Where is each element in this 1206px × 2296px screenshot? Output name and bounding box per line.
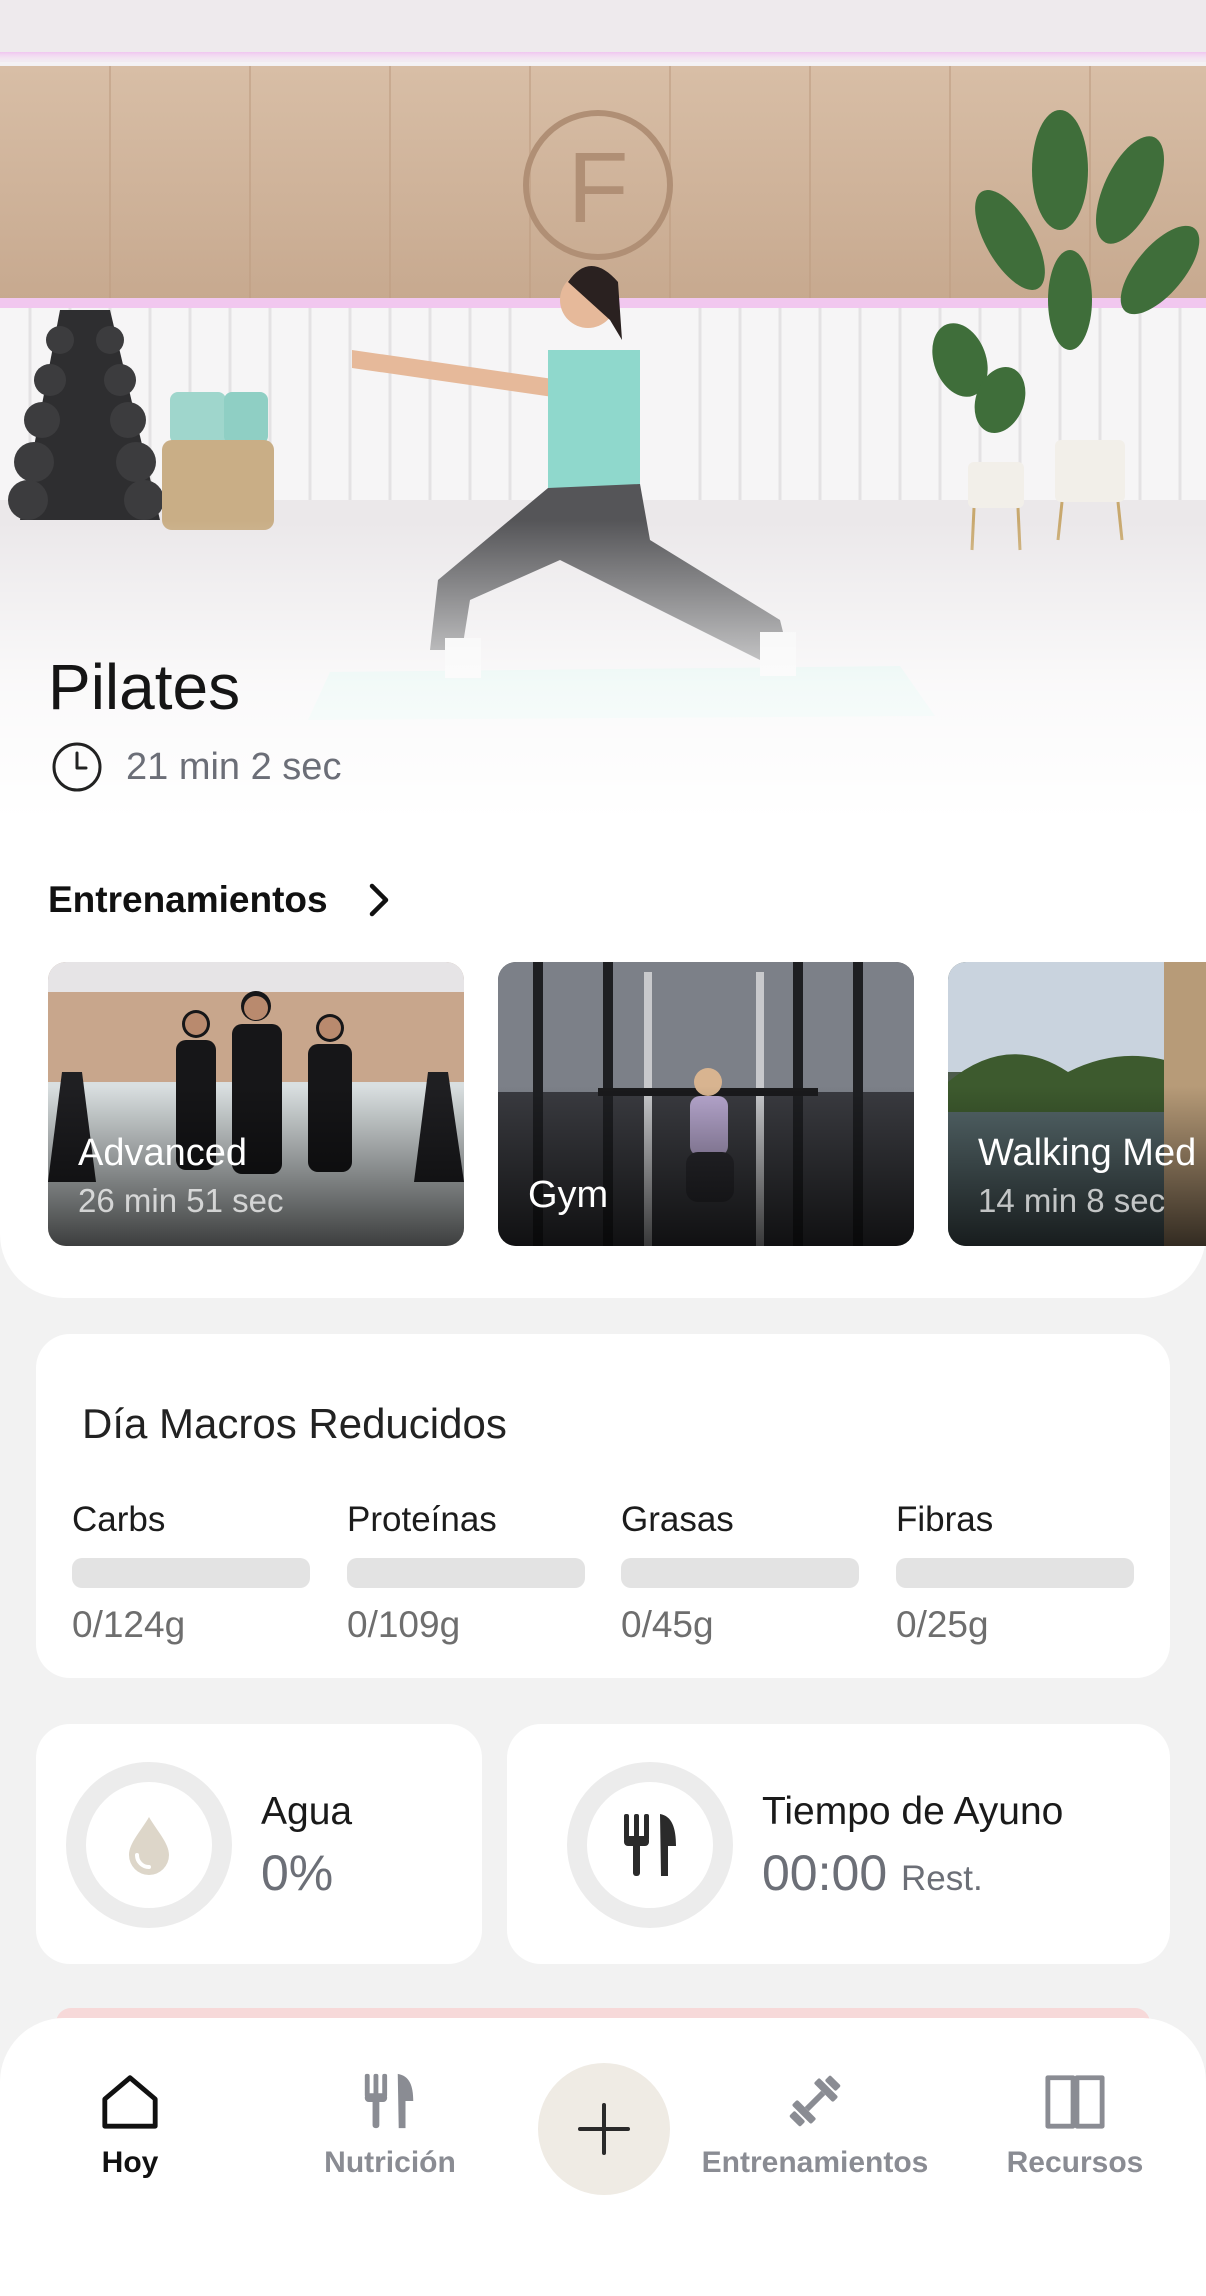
water-card[interactable]: Agua 0% [36, 1724, 482, 1964]
workout-name: Advanced [78, 1132, 248, 1174]
home-icon [102, 2075, 158, 2129]
water-progress-ring [66, 1762, 232, 1928]
hero-banner[interactable]: F Pilates 21 min 2 sec [0, 0, 1206, 820]
add-button[interactable] [538, 2063, 670, 2195]
workout-card-walking[interactable]: Walking Med 14 min 8 sec [948, 962, 1206, 1246]
chevron-right-icon [369, 883, 388, 917]
hero-duration-text: 21 min 2 sec [126, 745, 342, 788]
workout-name: Gym [528, 1174, 609, 1216]
fasting-title: Tiempo de Ayuno [762, 1790, 1064, 1833]
macro-progress-bar [896, 1558, 1134, 1588]
macro-progress-bar [621, 1558, 859, 1588]
nav-item-nutricion[interactable]: Nutrición [300, 2070, 480, 2180]
nav-label: Nutrición [324, 2146, 456, 2179]
macro-fiber: Fibras 0/25g [896, 1500, 1136, 1646]
fasting-suffix: Rest. [901, 1859, 983, 1898]
fasting-value: 00:00 Rest. [762, 1844, 983, 1902]
nav-item-hoy[interactable]: Hoy [70, 2070, 190, 2180]
water-drop-icon [129, 1817, 169, 1875]
macros-card[interactable]: Día Macros Reducidos Carbs 0/124g Proteí… [36, 1334, 1170, 1678]
nav-label: Entrenamientos [701, 2146, 929, 2179]
dumbbell-icon [789, 2075, 841, 2127]
fasting-time: 00:00 [762, 1845, 888, 1901]
macro-fats: Grasas 0/45g [621, 1500, 861, 1646]
water-title: Agua [261, 1790, 353, 1833]
plus-icon [578, 2103, 630, 2155]
macros-title: Día Macros Reducidos [82, 1400, 507, 1447]
workouts-section: Entrenamientos Advanced 26 min 51 sec Gy… [0, 820, 1206, 1298]
macro-progress-bar [347, 1558, 585, 1588]
fasting-card[interactable]: Tiempo de Ayuno 00:00 Rest. [507, 1724, 1170, 1964]
workout-name: Walking Med [978, 1132, 1197, 1174]
svg-text:F: F [567, 132, 628, 244]
book-icon [1045, 2075, 1105, 2129]
macro-label: Proteínas [347, 1500, 497, 1539]
workouts-carousel[interactable]: Advanced 26 min 51 sec Gym Walking Med 1… [48, 962, 1206, 1246]
macro-label: Grasas [621, 1500, 734, 1539]
workout-shade [498, 1086, 914, 1246]
macro-label: Carbs [72, 1500, 166, 1539]
bottom-navigation: Hoy Nutrición Entrenamientos Recursos [0, 2018, 1206, 2296]
hero-duration: 21 min 2 sec [50, 740, 341, 794]
macro-proteins: Proteínas 0/109g [347, 1500, 587, 1646]
hero-title: Pilates [48, 651, 241, 723]
macro-label: Fibras [896, 1500, 994, 1539]
macro-carbs: Carbs 0/124g [72, 1500, 312, 1646]
fasting-progress-ring [567, 1762, 733, 1928]
nav-label: Hoy [101, 2146, 159, 2179]
water-value: 0% [261, 1845, 334, 1901]
workout-duration: 26 min 51 sec [78, 1182, 284, 1219]
macro-value: 0/109g [347, 1604, 461, 1645]
macro-value: 0/45g [621, 1604, 714, 1645]
nav-item-entrenamientos[interactable]: Entrenamientos [690, 2070, 940, 2180]
workout-card-gym[interactable]: Gym [498, 962, 914, 1246]
workouts-section-title: Entrenamientos [48, 879, 328, 920]
fork-knife-icon [364, 2073, 414, 2129]
workout-card-advanced[interactable]: Advanced 26 min 51 sec [48, 962, 464, 1246]
macro-value: 0/25g [896, 1604, 989, 1645]
nav-label: Recursos [1006, 2146, 1144, 2179]
nav-item-recursos[interactable]: Recursos [1000, 2070, 1150, 2180]
fork-knife-icon [624, 1814, 676, 1876]
macro-progress-bar [72, 1558, 310, 1588]
clock-icon [52, 742, 102, 792]
workouts-section-header[interactable]: Entrenamientos [48, 870, 394, 930]
macro-value: 0/124g [72, 1604, 186, 1645]
workout-duration: 14 min 8 sec [978, 1182, 1166, 1219]
